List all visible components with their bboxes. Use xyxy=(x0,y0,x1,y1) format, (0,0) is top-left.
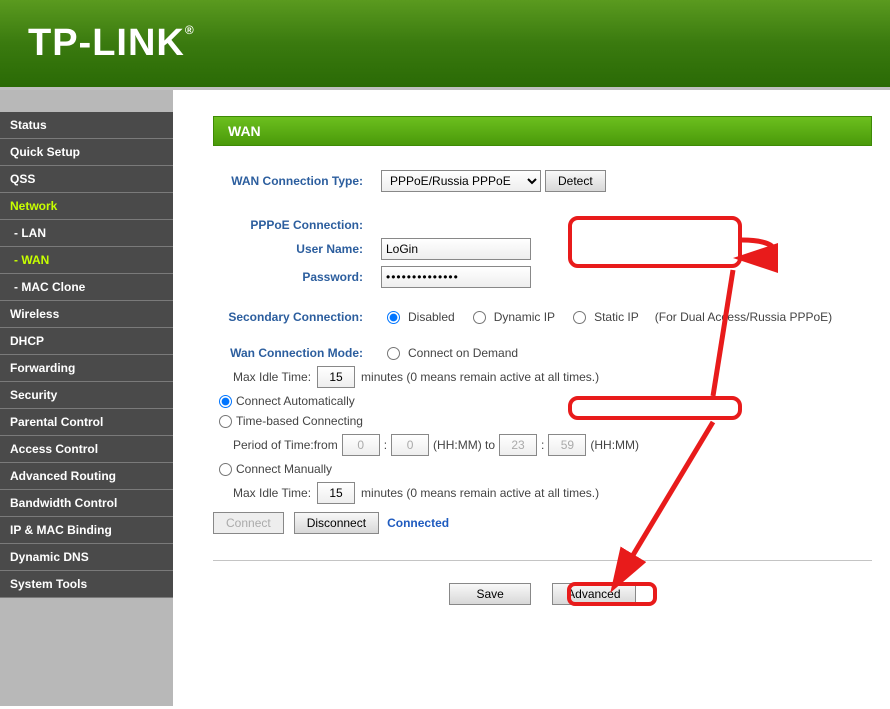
sidebar-item-ip-mac-binding[interactable]: IP & MAC Binding xyxy=(0,517,173,544)
radio-mode-time[interactable] xyxy=(219,415,232,428)
save-button[interactable]: Save xyxy=(449,583,530,605)
sidebar-item-system-tools[interactable]: System Tools xyxy=(0,571,173,598)
sidebar: Status Quick Setup QSS Network - LAN - W… xyxy=(0,90,173,706)
password-input[interactable] xyxy=(381,266,531,288)
sidebar-item-parental-control[interactable]: Parental Control xyxy=(0,409,173,436)
label-mode-demand: Connect on Demand xyxy=(408,346,518,360)
sidebar-item-quick-setup[interactable]: Quick Setup xyxy=(0,139,173,166)
label-period: Period of Time:from xyxy=(233,438,338,452)
label-hhmm2: (HH:MM) xyxy=(590,438,639,452)
label-sec-static: Static IP xyxy=(594,310,639,324)
detect-button[interactable]: Detect xyxy=(545,170,606,192)
note-minutes-2: minutes (0 means remain active at all ti… xyxy=(361,486,599,500)
label-hhmm-to: (HH:MM) to xyxy=(433,438,495,452)
sidebar-item-status[interactable]: Status xyxy=(0,112,173,139)
period-from-hh[interactable] xyxy=(342,434,380,456)
sidebar-item-qss[interactable]: QSS xyxy=(0,166,173,193)
sidebar-item-dhcp[interactable]: DHCP xyxy=(0,328,173,355)
connect-button[interactable]: Connect xyxy=(213,512,284,534)
period-to-mm[interactable] xyxy=(548,434,586,456)
sidebar-item-security[interactable]: Security xyxy=(0,382,173,409)
sidebar-item-wireless[interactable]: Wireless xyxy=(0,301,173,328)
advanced-button[interactable]: Advanced xyxy=(552,583,635,605)
label-sec-disabled: Disabled xyxy=(408,310,455,324)
disconnect-button[interactable]: Disconnect xyxy=(294,512,379,534)
label-max-idle-2: Max Idle Time: xyxy=(233,486,311,500)
label-max-idle-1: Max Idle Time: xyxy=(233,370,311,384)
label-wan-type: WAN Connection Type: xyxy=(213,174,381,188)
sidebar-item-advanced-routing[interactable]: Advanced Routing xyxy=(0,463,173,490)
brand-logo: TP-LINK® xyxy=(28,22,195,65)
sidebar-item-network[interactable]: Network xyxy=(0,193,173,220)
label-mode-manual: Connect Manually xyxy=(236,462,332,476)
label-wan-mode: Wan Connection Mode: xyxy=(213,346,381,360)
sidebar-item-wan[interactable]: - WAN xyxy=(0,247,173,274)
note-minutes-1: minutes (0 means remain active at all ti… xyxy=(361,370,599,384)
main-panel: WAN WAN Connection Type: PPPoE/Russia PP… xyxy=(173,90,890,706)
max-idle-input-1[interactable] xyxy=(317,366,355,388)
label-username: User Name: xyxy=(213,242,381,256)
panel-title: WAN xyxy=(213,116,872,146)
sidebar-item-forwarding[interactable]: Forwarding xyxy=(0,355,173,382)
sidebar-item-mac-clone[interactable]: - MAC Clone xyxy=(0,274,173,301)
radio-sec-dynamic[interactable] xyxy=(473,311,486,324)
colon-2: : xyxy=(541,438,544,452)
period-to-hh[interactable] xyxy=(499,434,537,456)
sidebar-item-access-control[interactable]: Access Control xyxy=(0,436,173,463)
label-mode-auto: Connect Automatically xyxy=(236,394,355,408)
username-input[interactable] xyxy=(381,238,531,260)
colon-1: : xyxy=(384,438,387,452)
radio-mode-demand[interactable] xyxy=(387,347,400,360)
wan-type-select[interactable]: PPPoE/Russia PPPoE xyxy=(381,170,541,192)
radio-mode-auto[interactable] xyxy=(219,395,232,408)
label-pppoe-connection: PPPoE Connection: xyxy=(213,218,381,232)
label-mode-time: Time-based Connecting xyxy=(236,414,363,428)
radio-sec-disabled[interactable] xyxy=(387,311,400,324)
label-password: Password: xyxy=(213,270,381,284)
period-from-mm[interactable] xyxy=(391,434,429,456)
label-sec-dynamic: Dynamic IP xyxy=(494,310,555,324)
sec-note: (For Dual Access/Russia PPPoE) xyxy=(655,310,832,324)
sidebar-item-bandwidth-control[interactable]: Bandwidth Control xyxy=(0,490,173,517)
sidebar-item-dynamic-dns[interactable]: Dynamic DNS xyxy=(0,544,173,571)
reg-mark: ® xyxy=(185,23,195,37)
brand-text: TP-LINK xyxy=(28,22,185,65)
connection-status: Connected xyxy=(387,516,449,530)
app-header: TP-LINK® xyxy=(0,0,890,90)
sidebar-item-lan[interactable]: - LAN xyxy=(0,220,173,247)
label-secondary-connection: Secondary Connection: xyxy=(213,310,381,324)
radio-mode-manual[interactable] xyxy=(219,463,232,476)
radio-sec-static[interactable] xyxy=(573,311,586,324)
max-idle-input-2[interactable] xyxy=(317,482,355,504)
